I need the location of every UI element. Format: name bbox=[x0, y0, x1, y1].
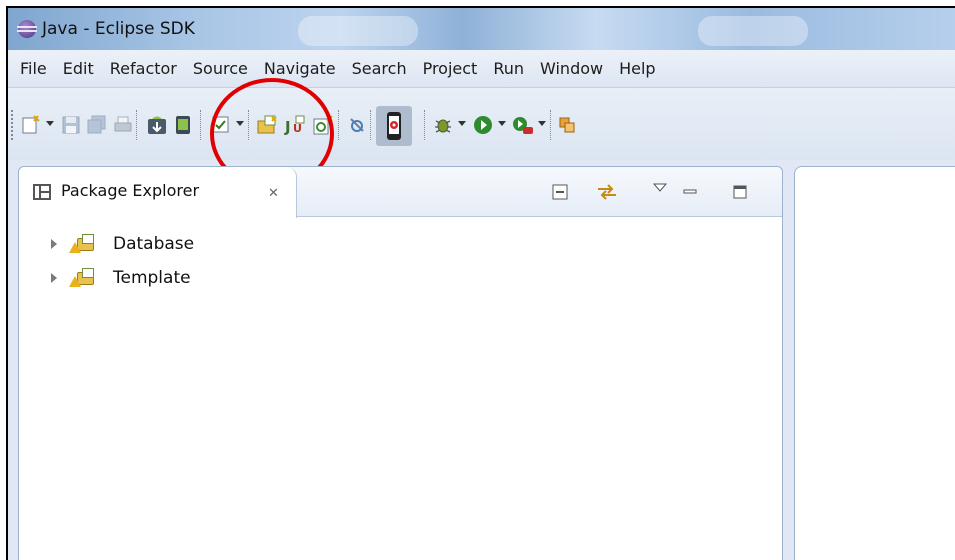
expand-arrow-icon[interactable] bbox=[51, 239, 57, 249]
package-explorer-view: Package Explorer ✕ Database Template bbox=[18, 166, 783, 560]
menu-bar: File Edit Refactor Source Navigate Searc… bbox=[8, 50, 955, 88]
run-icon[interactable] bbox=[472, 114, 494, 136]
save-all-icon[interactable] bbox=[86, 114, 108, 136]
toolbar-separator bbox=[550, 110, 552, 140]
menu-window[interactable]: Window bbox=[532, 59, 611, 78]
screen: Java - Eclipse SDK File Edit Refactor So… bbox=[0, 0, 955, 560]
new-file-icon[interactable] bbox=[20, 114, 42, 136]
title-bar-glow bbox=[298, 16, 418, 46]
menu-refactor[interactable]: Refactor bbox=[102, 59, 185, 78]
save-icon[interactable] bbox=[60, 114, 82, 136]
collapse-all-icon[interactable] bbox=[549, 181, 571, 203]
menu-file[interactable]: File bbox=[12, 59, 55, 78]
toolbar-separator bbox=[200, 110, 202, 140]
toolbar-separator bbox=[338, 110, 340, 140]
android-sdk-manager-icon[interactable] bbox=[146, 114, 168, 136]
toolbar-separator bbox=[424, 110, 426, 140]
window-title: Java - Eclipse SDK bbox=[42, 19, 195, 39]
open-type-icon[interactable] bbox=[556, 114, 578, 136]
android-device-icon[interactable] bbox=[376, 106, 412, 146]
link-with-editor-icon[interactable] bbox=[595, 181, 617, 203]
editor-area[interactable] bbox=[794, 166, 955, 560]
view-menu-icon[interactable] bbox=[649, 177, 671, 199]
menu-edit[interactable]: Edit bbox=[55, 59, 102, 78]
project-label: Database bbox=[113, 234, 195, 254]
maximize-icon[interactable] bbox=[729, 181, 751, 203]
menu-run[interactable]: Run bbox=[485, 59, 532, 78]
package-explorer-icon bbox=[33, 184, 51, 200]
main-toolbar: JU bbox=[8, 88, 955, 160]
eclipse-logo-icon bbox=[17, 20, 37, 38]
new-dropdown-arrow[interactable] bbox=[46, 121, 54, 126]
menu-navigate[interactable]: Navigate bbox=[256, 59, 344, 78]
expand-arrow-icon[interactable] bbox=[51, 273, 57, 283]
android-avd-manager-icon[interactable] bbox=[172, 114, 194, 136]
external-tools-dropdown-arrow[interactable] bbox=[538, 121, 546, 126]
print-icon[interactable] bbox=[112, 114, 134, 136]
title-bar-glow bbox=[698, 16, 808, 46]
toolbar-separator bbox=[370, 110, 372, 140]
minimize-icon[interactable] bbox=[679, 181, 701, 203]
tab-label: Package Explorer bbox=[61, 181, 200, 200]
tab-package-explorer[interactable]: Package Explorer ✕ bbox=[19, 167, 297, 218]
project-folder-warning-icon bbox=[69, 268, 95, 288]
toggle-mark-occurrences-icon[interactable] bbox=[346, 114, 368, 136]
external-tools-icon[interactable] bbox=[512, 114, 534, 136]
close-icon[interactable]: ✕ bbox=[268, 186, 279, 201]
project-label: Template bbox=[113, 268, 191, 288]
view-header: Package Explorer ✕ bbox=[19, 167, 782, 218]
menu-source[interactable]: Source bbox=[185, 59, 256, 78]
title-bar[interactable]: Java - Eclipse SDK bbox=[8, 8, 955, 50]
menu-search[interactable]: Search bbox=[344, 59, 415, 78]
toolbar-grip[interactable] bbox=[11, 110, 14, 140]
menu-help[interactable]: Help bbox=[611, 59, 663, 78]
debug-icon[interactable] bbox=[432, 114, 454, 136]
run-dropdown-arrow[interactable] bbox=[498, 121, 506, 126]
menu-project[interactable]: Project bbox=[415, 59, 486, 78]
eclipse-window: Java - Eclipse SDK File Edit Refactor So… bbox=[6, 6, 955, 560]
toolbar-separator bbox=[136, 110, 138, 140]
debug-dropdown-arrow[interactable] bbox=[458, 121, 466, 126]
project-folder-warning-icon bbox=[69, 234, 95, 254]
